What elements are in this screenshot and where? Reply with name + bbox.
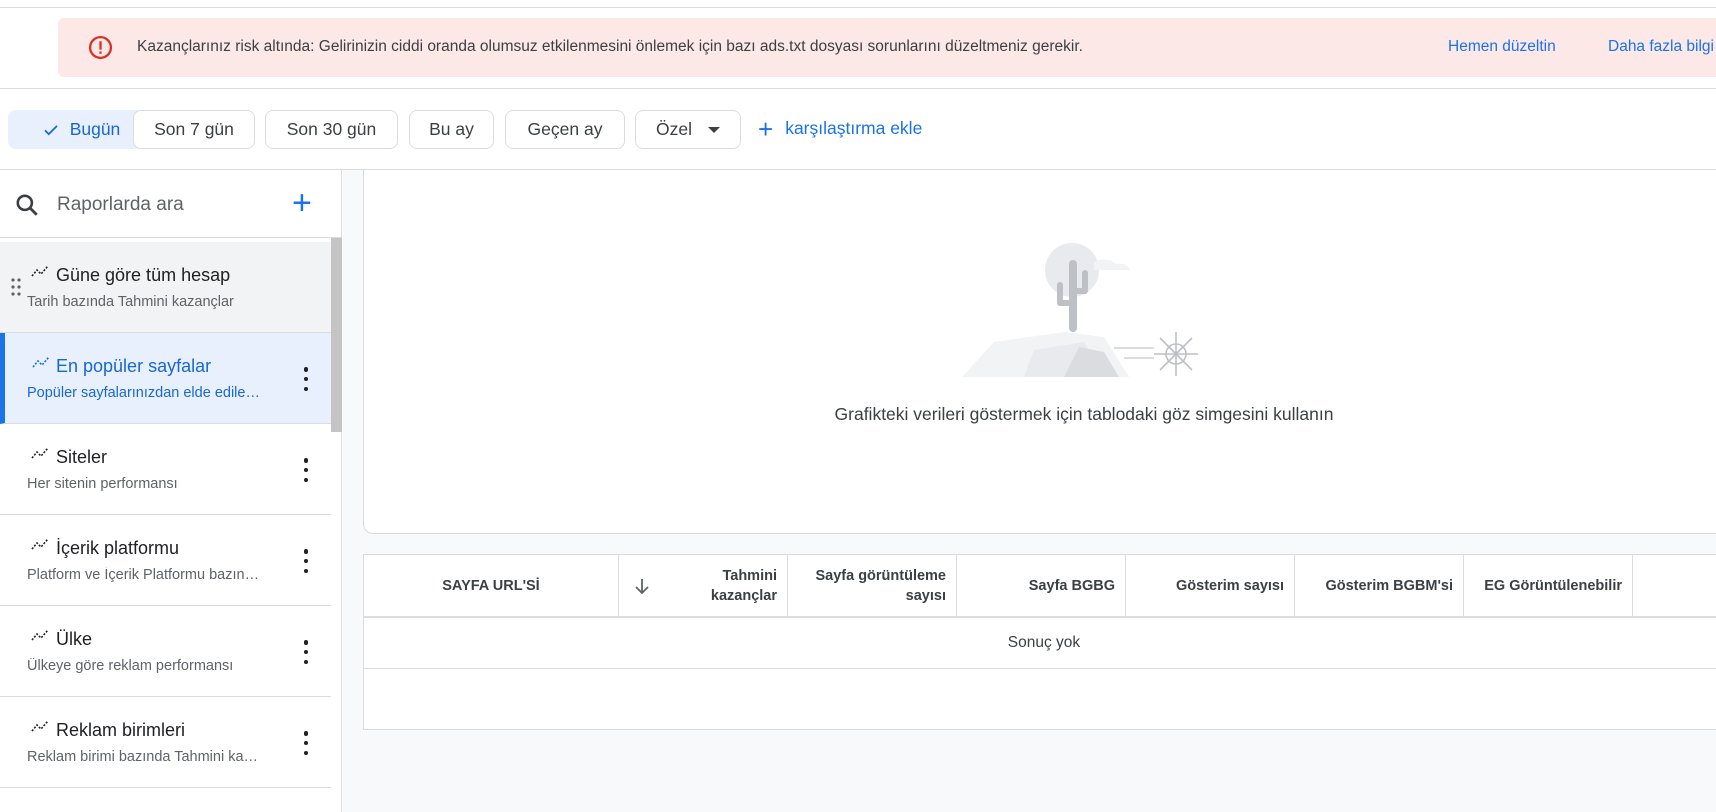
- report-list: Güne göre tüm hesap Tarih bazında Tahmin…: [0, 242, 331, 788]
- dropdown-caret-icon: [707, 126, 720, 133]
- divider: [0, 88, 1716, 89]
- report-subtitle: Popüler sayfalarınızdan elde edilen kaza…: [27, 385, 262, 401]
- report-subtitle: Tarih bazında Tahmini kazançlar: [27, 294, 234, 310]
- column-header-active-view-viewable[interactable]: EG Görüntülenebilir: [1464, 555, 1633, 617]
- report-table: SAYFA URL'Sİ Tahmini kazançlar Sayfa gör…: [363, 554, 1716, 730]
- report-title: Reklam birimleri: [56, 720, 186, 740]
- sidebar-scrollbar[interactable]: [331, 238, 342, 432]
- date-chip-custom[interactable]: Özel: [635, 110, 741, 149]
- column-header-impression-rpm[interactable]: Gösterim BGBM'si: [1295, 555, 1464, 617]
- report-title: Siteler: [56, 447, 108, 467]
- chip-label: Bu ay: [429, 119, 474, 139]
- column-header-estimated-earnings[interactable]: Tahmini kazançlar: [619, 555, 788, 617]
- more-options-icon[interactable]: [298, 549, 314, 573]
- report-title: En popüler sayfalar: [56, 356, 212, 376]
- report-item-country[interactable]: Ülke Ülkeye göre reklam performansı: [0, 606, 331, 697]
- report-item-ad-units[interactable]: Reklam birimleri Reklam birimi bazında T…: [0, 697, 331, 788]
- chart-empty-message: Grafikteki verileri göstermek için tablo…: [834, 404, 1334, 424]
- date-chip-last-7-days[interactable]: Son 7 gün: [133, 110, 255, 149]
- sort-descending-icon[interactable]: [633, 576, 651, 596]
- column-header-page-views[interactable]: Sayfa görüntüleme sayısı: [788, 555, 957, 617]
- top-divider: [0, 7, 1716, 8]
- column-header-impressions[interactable]: Gösterim sayısı: [1126, 555, 1295, 617]
- column-header-page-rpm[interactable]: Sayfa BGBG: [957, 555, 1126, 617]
- report-title: Ülke: [56, 629, 93, 649]
- date-chip-last-30-days[interactable]: Son 30 gün: [265, 110, 398, 149]
- more-options-icon[interactable]: [298, 367, 314, 391]
- fix-now-link[interactable]: Hemen düzeltin: [1448, 38, 1556, 56]
- add-report-button[interactable]: +: [292, 186, 312, 220]
- report-item-content-platform[interactable]: İçerik platformu Platform ve İçerik Plat…: [0, 515, 331, 606]
- report-search-input[interactable]: [57, 190, 257, 220]
- alert-message: Kazançlarınız risk altında: Gelirinizin …: [137, 38, 1083, 55]
- learn-more-link[interactable]: Daha fazla bilgi: [1608, 38, 1714, 56]
- report-subtitle: Ülkeye göre reklam performansı: [27, 658, 234, 674]
- column-header-page-url[interactable]: SAYFA URL'Sİ: [364, 555, 619, 617]
- add-comparison-label: karşılaştırma ekle: [785, 118, 923, 138]
- plus-icon: +: [758, 113, 774, 144]
- more-options-icon[interactable]: [298, 458, 314, 482]
- error-icon: [88, 35, 113, 60]
- drag-handle-icon[interactable]: [11, 278, 21, 296]
- report-item-top-pages[interactable]: En popüler sayfalar Popüler sayfalarınız…: [0, 333, 331, 424]
- add-comparison-button[interactable]: + karşılaştırma ekle: [758, 113, 923, 144]
- report-title: Güne göre tüm hesap: [56, 265, 231, 285]
- report-search-bar: +: [0, 170, 342, 238]
- chip-label: Bugün: [69, 119, 121, 139]
- ads-txt-alert-banner: Kazançlarınız risk altında: Gelirinizin …: [58, 18, 1716, 77]
- table-header: SAYFA URL'Sİ Tahmini kazançlar Sayfa gör…: [364, 555, 1716, 618]
- trend-chart-icon: [31, 265, 49, 277]
- chip-label: Son 30 gün: [286, 119, 377, 139]
- chart-card: Grafikteki verileri göstermek için tablo…: [363, 170, 1716, 534]
- reports-sidebar: + Güne göre tüm hesap Tarih bazında Tahm…: [0, 170, 342, 812]
- trend-chart-icon: [31, 720, 49, 732]
- trend-chart-icon: [31, 447, 49, 459]
- date-chip-this-month[interactable]: Bu ay: [409, 110, 494, 149]
- chip-label: Özel: [656, 119, 692, 139]
- check-icon: [44, 124, 58, 135]
- table-empty-row: Sonuç yok: [364, 618, 1716, 669]
- chip-label: Geçen ay: [527, 119, 603, 139]
- search-icon: [16, 194, 38, 216]
- date-chip-last-month[interactable]: Geçen ay: [505, 110, 625, 149]
- report-subtitle: Reklam birimi bazında Tahmini kazançlar: [27, 749, 262, 765]
- trend-chart-icon: [31, 629, 49, 641]
- trend-chart-icon: [32, 356, 50, 368]
- trend-chart-icon: [31, 538, 49, 550]
- chip-label: Son 7 gün: [154, 119, 234, 139]
- report-item-sites[interactable]: Siteler Her sitenin performansı: [0, 424, 331, 515]
- more-options-icon[interactable]: [298, 640, 314, 664]
- report-subtitle: Her sitenin performansı: [27, 476, 178, 492]
- empty-desert-illustration: [962, 243, 1198, 377]
- more-options-icon[interactable]: [298, 731, 314, 755]
- report-item-all-account-by-day[interactable]: Güne göre tüm hesap Tarih bazında Tahmin…: [0, 242, 331, 333]
- report-title: İçerik platformu: [56, 538, 180, 558]
- report-subtitle: Platform ve İçerik Platformu bazında per…: [27, 567, 262, 583]
